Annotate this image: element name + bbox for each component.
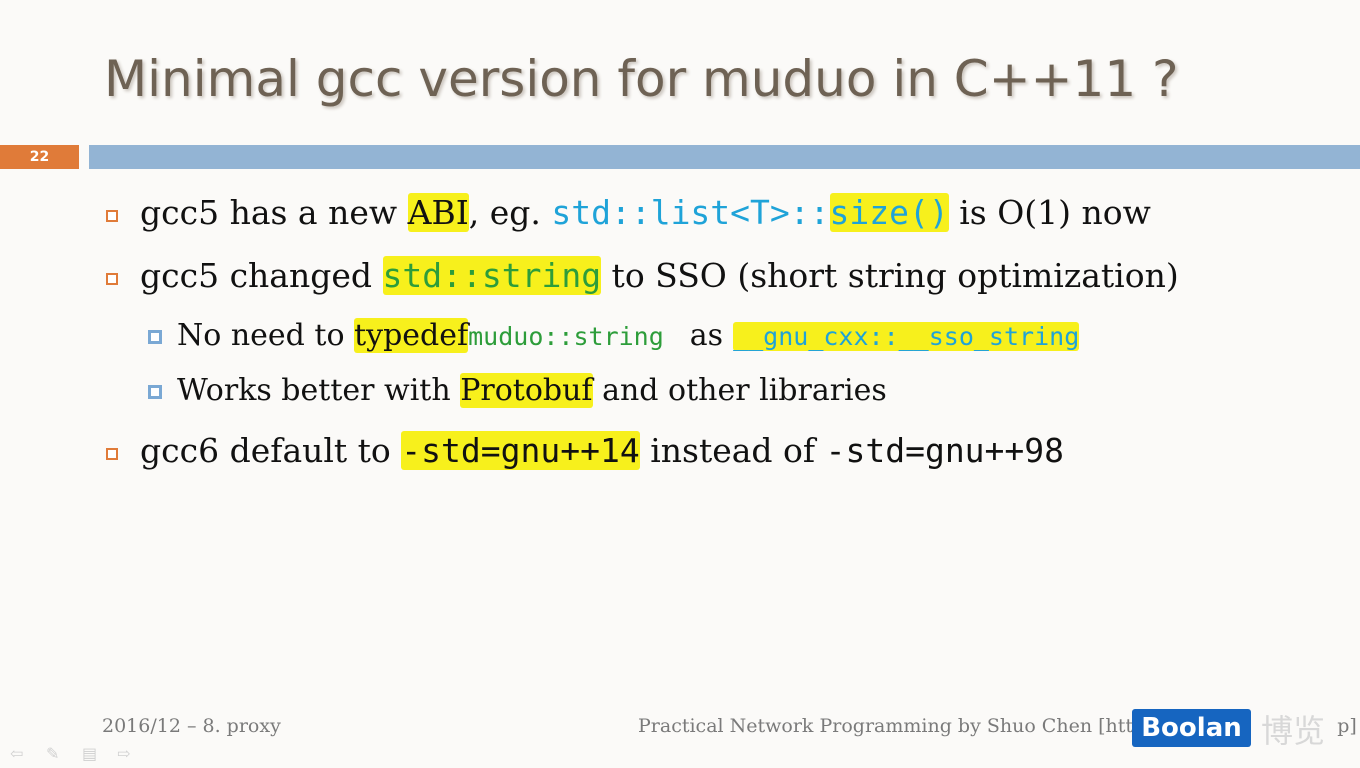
bullet-marker <box>106 273 118 285</box>
footer-credit-text: Practical Network Programming by Shuo Ch… <box>638 715 1188 737</box>
footer-date: 2016/12 – 8. proxy <box>102 715 281 737</box>
code-gnu14: -std=gnu++14 <box>401 431 640 470</box>
sub-bullet-marker <box>148 385 162 399</box>
pen-tool-icon[interactable]: ✎ <box>46 744 59 763</box>
sub-bullet-protobuf: Works better with Protobuf and other lib… <box>177 371 887 411</box>
next-slide-icon[interactable]: ⇨ <box>117 744 130 763</box>
text: is O(1) now <box>948 193 1151 232</box>
code-muduo-string: muduo::string <box>468 322 664 351</box>
text: No need to <box>177 318 355 353</box>
text: gcc6 default to <box>140 431 402 470</box>
code-sso-string: __gnu_cxx::__sso_string <box>733 322 1080 351</box>
sub-bullet-typedef: No need to typedefmuduo::string as __gnu_c… <box>177 316 1080 357</box>
bullet-marker <box>106 210 118 222</box>
previous-slide-icon[interactable]: ⇦ <box>10 744 23 763</box>
bullet-gcc6: gcc6 default to -std=gnu++14 instead of … <box>140 431 1064 471</box>
text: gcc5 changed <box>140 256 383 295</box>
code-std-string: std::string <box>382 256 602 295</box>
text: Works better with <box>177 373 461 408</box>
text: to SSO (short string optimization) <box>601 256 1179 295</box>
highlight-typedef: typedef <box>354 318 469 353</box>
bullet-abi: gcc5 has a new ABI, eg. std::list<T>::si… <box>140 193 1151 233</box>
slide-number: 22 <box>0 145 79 169</box>
slide-title: Minimal gcc version for muduo in C++11 ? <box>104 50 1179 108</box>
bullet-marker <box>106 448 118 460</box>
footer-credit-tail: p] <box>1337 715 1357 737</box>
code-gnu98: -std=gnu++98 <box>825 431 1065 470</box>
text: gcc5 has a new <box>140 193 408 232</box>
slide-menu-icon[interactable]: ▤ <box>82 744 97 763</box>
text: instead of <box>639 431 826 470</box>
code-std-list: std::list<T>:: <box>551 193 830 232</box>
highlight-abi: ABI <box>407 193 469 232</box>
sub-bullet-marker <box>148 330 162 344</box>
text: , eg. <box>468 193 552 232</box>
text: and other libraries <box>592 373 887 408</box>
title-divider-bar <box>89 145 1360 169</box>
boolan-logo-cn: 博览 <box>1261 712 1326 750</box>
text: as <box>689 318 724 353</box>
code-size: size() <box>829 193 949 232</box>
boolan-logo: Boolan <box>1132 709 1251 747</box>
bullet-sso: gcc5 changed std::string to SSO (short s… <box>140 256 1179 296</box>
highlight-protobuf: Protobuf <box>460 373 593 408</box>
